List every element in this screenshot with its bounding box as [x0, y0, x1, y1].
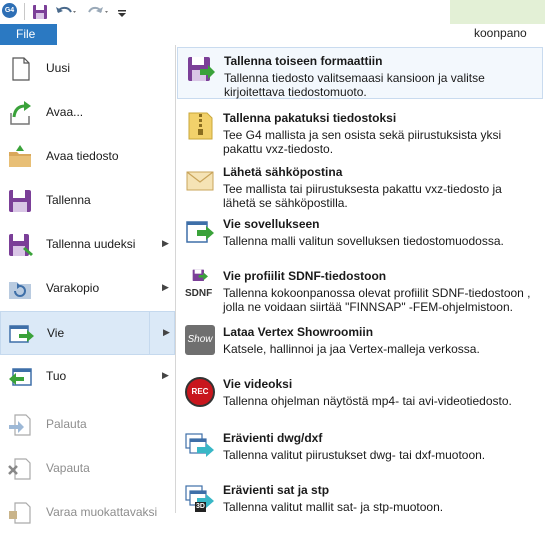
submenu-item-title: Vie videoksi: [223, 377, 293, 391]
submenu-item-save-format[interactable]: Tallenna toiseen formaattiin Tallenna ti…: [177, 47, 543, 99]
submenu-item-title: Vie profiilit SDNF-tiedostoon: [223, 269, 387, 283]
submenu-arrow-icon: ▶: [162, 238, 169, 248]
submenu-item-description: Tallenna ohjelman näytöstä mp4- tai avi-…: [223, 394, 512, 408]
export-icon: [9, 325, 34, 343]
submenu-item-batch-dwg[interactable]: Erävienti dwg/dxf Tallenna valitut piiru…: [177, 425, 543, 477]
reserve-icon: [9, 502, 31, 524]
save-format-icon: [188, 57, 215, 81]
record-icon-label: REC: [191, 387, 209, 396]
submenu-item-title: Vie sovellukseen: [223, 217, 320, 231]
menu-item-label: Varakopio: [46, 281, 100, 295]
menu-item-label: Tuo: [46, 369, 67, 383]
zip-file-icon: [188, 112, 213, 140]
release-icon: [8, 458, 31, 480]
open-folder-icon: [9, 145, 31, 167]
envelope-icon: [186, 171, 214, 191]
file-tab[interactable]: File: [0, 24, 57, 45]
batch-sat-icon: 3D: [185, 483, 215, 513]
menu-item-import[interactable]: Tuo ▶: [0, 355, 175, 399]
submenu-arrow-icon: ▶: [162, 370, 169, 380]
menu-item-label: Avaa...: [46, 105, 84, 119]
menu-item-new[interactable]: Uusi: [0, 47, 175, 91]
menu-item-label: Avaa tiedosto: [46, 149, 119, 163]
customize-toolbar-icon[interactable]: [116, 3, 128, 21]
batch-dwg-icon: [185, 433, 214, 457]
menu-item-export[interactable]: Vie ▶: [0, 311, 175, 355]
submenu-item-showroom[interactable]: Show Lataa Vertex Showroomiin Katsele, h…: [177, 319, 543, 371]
menu-item-save[interactable]: Tallenna: [0, 179, 175, 223]
submenu-item-description: Tallenna tiedosto valitsemaasi kansioon …: [224, 71, 485, 99]
menu-item-label: Palauta: [46, 417, 87, 431]
menu-item-label: Vapauta: [46, 461, 90, 475]
menu-item-label: Uusi: [46, 61, 71, 75]
submenu-item-title: Tallenna toiseen formaattiin: [224, 54, 383, 68]
submenu-item-title: Erävienti dwg/dxf: [223, 431, 323, 445]
submenu-item-description: Tallenna valitut piirustukset dwg- tai d…: [223, 448, 486, 462]
submenu-arrow-icon: ▶: [163, 327, 170, 337]
menu-item-open[interactable]: Avaa...: [0, 91, 175, 135]
menu-item-open-file[interactable]: Avaa tiedosto: [0, 135, 175, 179]
new-document-icon: [12, 57, 30, 81]
toolbar-separator: [24, 3, 25, 20]
submenu-item-description: Tallenna valitut mallit sat- ja stp-muot…: [223, 500, 444, 514]
app-logo-icon[interactable]: G4: [2, 3, 17, 18]
menu-item-restore[interactable]: Palauta: [0, 403, 175, 447]
ribbon-bar: [0, 24, 545, 44]
export-submenu: Tallenna toiseen formaattiin Tallenna ti…: [177, 45, 545, 514]
menu-item-label: Tallenna uudeksi: [46, 237, 136, 251]
save-as-icon: [9, 234, 33, 256]
showroom-icon-label: Show: [187, 334, 213, 345]
sdnf-icon: SDNF: [185, 269, 215, 299]
menu-item-reserve[interactable]: Varaa muokattavaksi: [0, 491, 175, 535]
submenu-item-export-app[interactable]: Vie sovellukseen Tallenna malli valitun …: [177, 211, 543, 263]
showroom-icon: Show: [185, 325, 215, 355]
background-window-area: [450, 0, 545, 24]
restore-icon: [9, 414, 31, 436]
submenu-item-description: Tallenna kokoonpanossa olevat profiilit …: [223, 286, 531, 314]
submenu-item-title: Lähetä sähköpostina: [223, 165, 343, 179]
batch-sat-icon-label: 3D: [196, 503, 205, 510]
submenu-item-description: Tee mallista tai piirustuksesta pakattu …: [223, 182, 502, 210]
submenu-item-send-email[interactable]: Lähetä sähköpostina Tee mallista tai pii…: [177, 159, 543, 211]
submenu-item-title: Tallenna pakatuksi tiedostoksi: [223, 111, 397, 125]
backup-icon: [9, 282, 31, 299]
sdnf-icon-label: SDNF: [185, 288, 213, 299]
menu-item-backup[interactable]: Varakopio ▶: [0, 267, 175, 311]
file-menu-left: Uusi Avaa... Avaa tiedosto Tallenna Tall…: [0, 45, 176, 524]
record-video-icon: REC: [185, 377, 215, 407]
menu-item-label: Vie: [47, 326, 65, 340]
open-arrow-icon: [10, 101, 31, 125]
import-icon: [9, 368, 32, 386]
save-floppy-icon: [9, 190, 31, 212]
submenu-arrow-icon: ▶: [162, 282, 169, 292]
submenu-item-export-sdnf[interactable]: SDNF Vie profiilit SDNF-tiedostoon Talle…: [177, 263, 543, 315]
submenu-item-description: Tee G4 mallista ja sen osista sekä piiru…: [223, 128, 502, 156]
submenu-item-title: Erävienti sat ja stp: [223, 483, 330, 497]
export-app-icon: [186, 221, 214, 243]
submenu-item-description: Katsele, hallinnoi ja jaa Vertex-malleja…: [223, 342, 480, 356]
menu-item-save-as[interactable]: Tallenna uudeksi ▶: [0, 223, 175, 267]
ribbon-tab-label[interactable]: koonpano: [474, 26, 527, 40]
undo-icon[interactable]: [54, 3, 78, 21]
submenu-item-title: Lataa Vertex Showroomiin: [223, 325, 374, 339]
save-icon[interactable]: [31, 3, 49, 21]
redo-icon[interactable]: [86, 3, 110, 21]
submenu-item-export-video[interactable]: REC Vie videoksi Tallenna ohjelman näytö…: [177, 371, 543, 423]
menu-item-label: Tallenna: [46, 193, 91, 207]
submenu-item-description: Tallenna malli valitun sovelluksen tiedo…: [223, 234, 504, 248]
menu-item-label: Varaa muokattavaksi: [46, 505, 158, 519]
submenu-item-save-zip[interactable]: Tallenna pakatuksi tiedostoksi Tee G4 ma…: [177, 105, 543, 157]
menu-item-release[interactable]: Vapauta: [0, 447, 175, 491]
submenu-item-batch-sat[interactable]: 3D Erävienti sat ja stp Tallenna valitut…: [177, 477, 543, 529]
